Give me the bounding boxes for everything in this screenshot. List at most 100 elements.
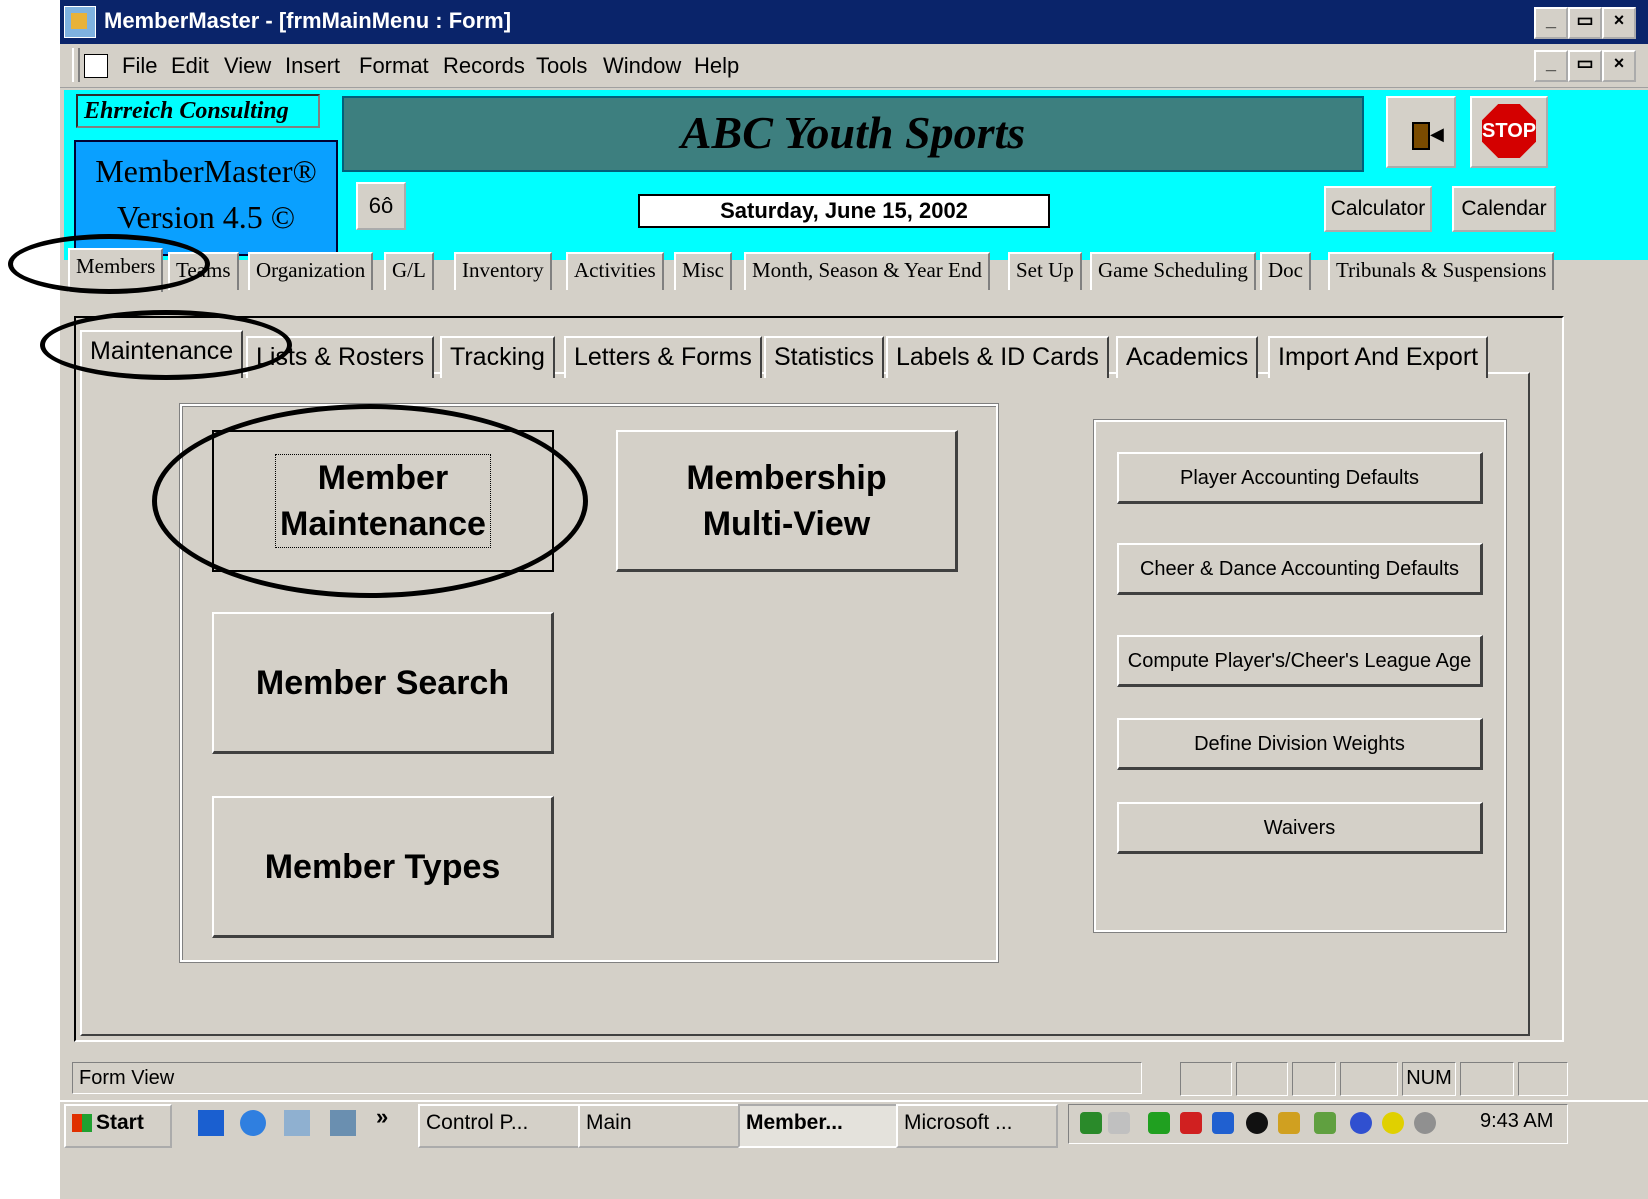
tray-icon[interactable] xyxy=(1414,1112,1436,1134)
menu-window[interactable]: Window xyxy=(603,53,681,79)
menu-tools[interactable]: Tools xyxy=(536,53,587,79)
status-panel xyxy=(1460,1062,1514,1096)
tab-academics[interactable]: Academics xyxy=(1116,336,1259,378)
doc-restore-button[interactable]: ▭ xyxy=(1568,50,1602,82)
tab-game-scheduling[interactable]: Game Scheduling xyxy=(1090,252,1256,290)
status-panel xyxy=(1292,1062,1336,1096)
tray-icon[interactable] xyxy=(1278,1112,1300,1134)
num-lock-indicator: NUM xyxy=(1402,1062,1456,1096)
main-tab-row: Members Teams Organization G/L Inventory… xyxy=(64,248,1648,292)
member-types-button[interactable]: Member Types xyxy=(212,796,554,938)
menu-view[interactable]: View xyxy=(224,53,271,79)
calculator-button[interactable]: Calculator xyxy=(1324,186,1432,232)
tray-icon[interactable] xyxy=(1350,1112,1372,1134)
tab-lists-rosters[interactable]: Lists & Rosters xyxy=(246,336,435,378)
glasses-icon: 6ô xyxy=(368,193,394,218)
tab-tracking[interactable]: Tracking xyxy=(440,336,555,378)
tab-maintenance[interactable]: Maintenance xyxy=(80,330,244,378)
tab-misc[interactable]: Misc xyxy=(674,252,732,290)
window-title: MemberMaster - [frmMainMenu : Form] xyxy=(104,8,512,33)
arrow-icon: ◀ xyxy=(1430,124,1444,144)
maximize-button[interactable]: ▭ xyxy=(1568,7,1602,39)
network-icon[interactable] xyxy=(284,1110,310,1136)
tab-members[interactable]: Members xyxy=(68,248,164,292)
member-maintenance-button[interactable]: Member Maintenance xyxy=(212,430,554,572)
company-name: Ehrreich Consulting xyxy=(76,94,320,128)
organization-banner: ABC Youth Sports xyxy=(342,96,1364,172)
membership-multiview-button[interactable]: Membership Multi-View xyxy=(616,430,958,572)
product-name: MemberMaster® xyxy=(95,153,317,189)
cheer-dance-accounting-defaults-button[interactable]: Cheer & Dance Accounting Defaults xyxy=(1117,543,1483,595)
form-icon[interactable] xyxy=(84,54,108,78)
menu-bar: File Edit View Insert Format Records Too… xyxy=(60,44,1648,88)
task-microsoft[interactable]: Microsoft ... xyxy=(896,1104,1058,1148)
tab-statistics[interactable]: Statistics xyxy=(764,336,885,378)
doc-close-button[interactable]: × xyxy=(1602,50,1636,82)
button-label-line2: Multi-View xyxy=(702,504,871,543)
volume-icon[interactable] xyxy=(1108,1112,1130,1134)
status-panel xyxy=(1236,1062,1288,1096)
glasses-button[interactable]: 6ô xyxy=(356,182,406,230)
tray-icon[interactable] xyxy=(1148,1112,1170,1134)
tab-tribunals-suspensions[interactable]: Tribunals & Suspensions xyxy=(1328,252,1555,290)
tab-teams[interactable]: Teams xyxy=(168,252,239,290)
app-icon xyxy=(64,6,96,38)
desktop-icon[interactable] xyxy=(198,1110,224,1136)
status-text: Form View xyxy=(72,1062,1142,1094)
clock: 9:43 AM xyxy=(1480,1110,1554,1132)
tab-month-season-year-end[interactable]: Month, Season & Year End xyxy=(744,252,990,290)
menu-edit[interactable]: Edit xyxy=(171,53,209,79)
tab-import-export[interactable]: Import And Export xyxy=(1268,336,1489,378)
tab-organization[interactable]: Organization xyxy=(248,252,374,290)
exit-button[interactable]: ◀ xyxy=(1386,96,1456,168)
tab-doc[interactable]: Doc xyxy=(1260,252,1311,290)
stop-sign-icon: STOP xyxy=(1482,104,1536,158)
task-control-panel[interactable]: Control P... xyxy=(418,1104,580,1148)
tray-icon[interactable] xyxy=(1246,1112,1268,1134)
calendar-button[interactable]: Calendar xyxy=(1452,186,1556,232)
status-panel xyxy=(1518,1062,1568,1096)
minimize-button[interactable]: _ xyxy=(1534,7,1568,39)
quicklaunch-chevron[interactable]: » xyxy=(376,1104,388,1130)
tab-letters-forms[interactable]: Letters & Forms xyxy=(564,336,762,378)
title-bar[interactable]: MemberMaster - [frmMainMenu : Form] _ ▭ … xyxy=(60,0,1648,44)
doc-minimize-button[interactable]: _ xyxy=(1534,50,1568,82)
task-membermaster[interactable]: Member... xyxy=(738,1104,900,1148)
menu-help[interactable]: Help xyxy=(694,53,739,79)
tray-icon[interactable] xyxy=(1314,1112,1336,1134)
status-panel xyxy=(1180,1062,1232,1096)
focus-rect: Member Maintenance xyxy=(275,454,491,548)
tab-gl[interactable]: G/L xyxy=(384,252,434,290)
task-main[interactable]: Main xyxy=(578,1104,740,1148)
tray-icon[interactable] xyxy=(1212,1112,1234,1134)
door-icon xyxy=(1412,122,1430,150)
tab-activities[interactable]: Activities xyxy=(566,252,664,290)
internet-explorer-icon[interactable] xyxy=(240,1110,266,1136)
waivers-button[interactable]: Waivers xyxy=(1117,802,1483,854)
tab-set-up[interactable]: Set Up xyxy=(1008,252,1082,290)
button-label-line1: Membership xyxy=(686,458,887,497)
tray-icon[interactable] xyxy=(1080,1112,1102,1134)
menu-format[interactable]: Format xyxy=(359,53,429,79)
define-division-weights-button[interactable]: Define Division Weights xyxy=(1117,718,1483,770)
member-search-button[interactable]: Member Search xyxy=(212,612,554,754)
close-button[interactable]: × xyxy=(1602,7,1636,39)
menu-insert[interactable]: Insert xyxy=(285,53,340,79)
tray-icon[interactable] xyxy=(1382,1112,1404,1134)
tab-inventory[interactable]: Inventory xyxy=(454,252,552,290)
stop-button[interactable]: STOP xyxy=(1470,96,1548,168)
compute-league-age-button[interactable]: Compute Player's/Cheer's League Age xyxy=(1117,635,1483,687)
status-panel xyxy=(1340,1062,1398,1096)
windows-flag-icon xyxy=(72,1114,92,1133)
menu-records[interactable]: Records xyxy=(443,53,525,79)
player-accounting-defaults-button[interactable]: Player Accounting Defaults xyxy=(1117,452,1483,504)
tab-labels-id-cards[interactable]: Labels & ID Cards xyxy=(886,336,1109,378)
button-label-line2: Maintenance xyxy=(280,505,486,543)
current-date: Saturday, June 15, 2002 xyxy=(638,194,1050,228)
start-label: Start xyxy=(96,1111,144,1134)
version-label: Version 4.5 © xyxy=(116,199,296,235)
menu-file[interactable]: File xyxy=(122,53,157,79)
start-button[interactable]: Start xyxy=(64,1104,172,1148)
ati-icon[interactable] xyxy=(1180,1112,1202,1134)
computer-icon[interactable] xyxy=(330,1110,356,1136)
